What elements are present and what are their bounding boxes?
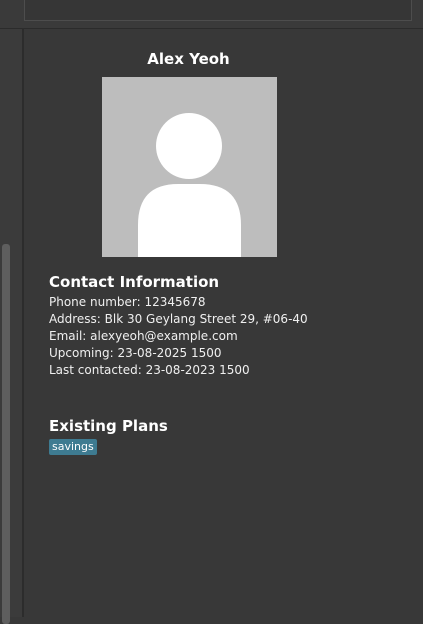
phone-number: Phone number: 12345678 <box>49 295 206 309</box>
contact-info-title: Contact Information <box>49 273 220 291</box>
plan-tag-savings: savings <box>49 439 97 455</box>
avatar-placeholder-icon <box>102 77 277 257</box>
email: Email: alexyeoh@example.com <box>49 329 238 343</box>
top-toolbar <box>0 0 423 29</box>
person-detail-panel: Alex Yeoh Contact Information Phone numb… <box>24 29 423 617</box>
existing-plans-title: Existing Plans <box>49 417 168 435</box>
person-name: Alex Yeoh <box>147 50 230 68</box>
upcoming: Upcoming: 23-08-2025 1500 <box>49 346 222 360</box>
address: Address: Blk 30 Geylang Street 29, #06-4… <box>49 312 308 326</box>
last-contacted: Last contacted: 23-08-2023 1500 <box>49 363 250 377</box>
contact-info-list: Phone number: 12345678 Address: Blk 30 G… <box>49 294 308 379</box>
command-box[interactable] <box>24 0 412 21</box>
list-scrollbar[interactable] <box>2 244 10 624</box>
person-list-pane <box>0 29 22 624</box>
